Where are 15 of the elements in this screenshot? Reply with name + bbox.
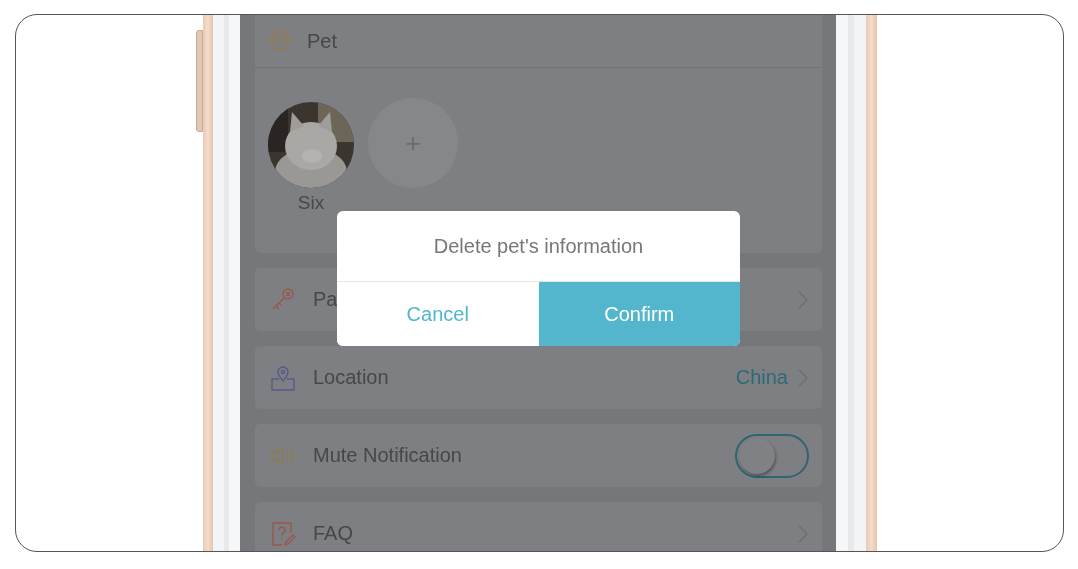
add-pet-button[interactable]: + (368, 98, 458, 188)
confirm-button[interactable]: Confirm (538, 282, 740, 346)
row-value: China (735, 366, 788, 389)
row-label: Pa (313, 288, 338, 311)
section-title: Pet (307, 29, 338, 53)
location-pin-icon (269, 363, 297, 392)
faq-icon (269, 519, 297, 548)
toggle-switch[interactable] (735, 433, 809, 478)
settings-row[interactable]: Mute Notification (255, 424, 822, 487)
row-label: Location (313, 366, 389, 389)
row-label: FAQ (313, 522, 353, 545)
row-label: Mute Notification (313, 444, 462, 467)
pet-name: Six (297, 192, 325, 214)
settings-row[interactable]: Location China (255, 346, 822, 409)
settings-row[interactable]: FAQ (255, 502, 822, 551)
